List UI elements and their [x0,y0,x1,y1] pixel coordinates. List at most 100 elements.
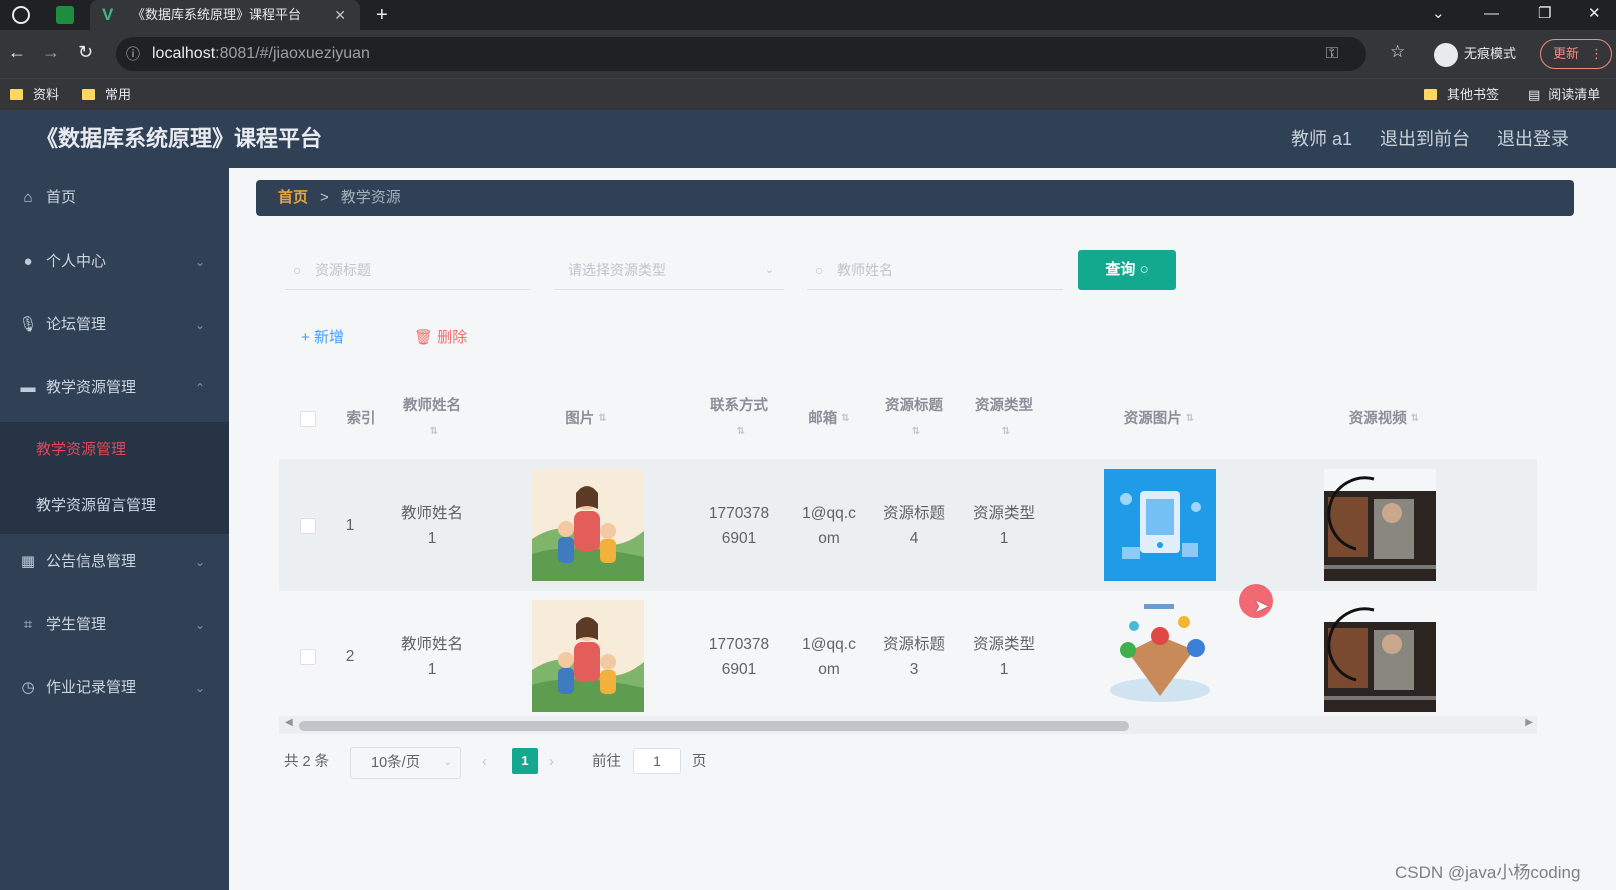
search-icon: ○ [1139,261,1149,278]
row-checkbox[interactable] [300,518,316,534]
mic-icon: 🎙 [18,316,38,333]
chevron-down-icon: ⌄ [443,757,452,768]
sort-icon[interactable]: ⇅ [1411,406,1419,432]
sort-icon[interactable]: ⇅ [1002,419,1010,445]
resource-image[interactable] [1104,600,1216,712]
scroll-left-icon[interactable]: ◀ [285,717,293,728]
reading-list[interactable]: ▤ 阅读清单 [1528,79,1600,111]
prev-page-icon[interactable]: ‹ [482,746,487,778]
page-unit-label: 页 [692,754,707,770]
browser-tab-active[interactable]: V 《数据库系统原理》课程平台 ✕ [90,0,360,30]
scroll-right-icon[interactable]: ▶ [1525,717,1533,728]
other-bookmarks[interactable]: 其他书签 [1424,79,1499,111]
breadcrumb-home[interactable]: 首页 [278,189,308,206]
cell-teacher-line2: 1 [427,660,437,678]
sidebar-item-home[interactable]: ⌂ 首页 [0,170,229,226]
chevron-down-icon: ⌄ [194,555,205,569]
new-tab-button[interactable]: + [376,0,388,30]
sidebar-item-personal[interactable]: ● 个人中心 ⌄ [0,234,229,290]
back-icon[interactable]: ← [8,42,26,63]
menu-dots-icon[interactable]: ⋮ [1590,40,1603,68]
sidebar-item-homework[interactable]: ◷ 作业记录管理 ⌄ [0,660,229,716]
sidebar-item-resources[interactable]: ▬ 教学资源管理 ⌃ [0,360,229,416]
sort-icon[interactable]: ⇅ [430,419,438,445]
col-email-label: 邮箱 [808,411,838,427]
sort-icon[interactable]: ⇅ [841,406,849,432]
sidebar-item-notices[interactable]: ▦ 公告信息管理 ⌄ [0,534,229,590]
bookmark-folder-1[interactable]: 常用 [82,79,131,111]
search-teacher-placeholder: 教师姓名 [837,262,893,278]
sort-icon[interactable]: ⇅ [1186,406,1194,432]
forward-icon[interactable]: → [42,42,60,63]
grid-icon: ▦ [20,553,36,570]
row-checkbox[interactable] [300,649,316,665]
reload-icon[interactable]: ↻ [78,42,93,63]
col-contact[interactable]: 联系方式 ⇅ [699,378,779,460]
page-number-current[interactable]: 1 [512,748,538,774]
sidebar-subitem-resource-comments[interactable]: 教学资源留言管理 [0,478,229,534]
globe-icon[interactable] [12,6,30,24]
cell-email: 1@qq.c om [784,591,874,722]
sidebar-subitem-label: 教学资源留言管理 [36,497,157,514]
bookmark-star-icon[interactable]: ☆ [1390,42,1405,62]
goto-page-input[interactable]: 1 [633,748,681,774]
col-res-image-label: 资源图片 [1123,411,1182,427]
resource-image[interactable] [1104,469,1216,581]
sidebar-item-label: 公告信息管理 [46,553,137,570]
add-button[interactable]: + 新增 [301,326,344,350]
minimize-icon[interactable]: — [1484,0,1499,28]
col-teacher-name[interactable]: 教师姓名 ⇅ [393,378,471,460]
logout-link[interactable]: 退出登录 [1497,110,1569,168]
col-res-title[interactable]: 资源标题 ⇅ [874,378,954,460]
sidebar-item-forum[interactable]: 🎙 论坛管理 ⌄ [0,297,229,353]
resource-type-select[interactable]: 请选择资源类型 ⌄ [554,250,784,290]
key-icon[interactable]: ⚿ [1326,37,1338,71]
tab-close-icon[interactable]: ✕ [334,0,346,30]
restore-icon[interactable]: ❐ [1538,0,1551,28]
page-size-select[interactable]: 10条/页 ⌄ [350,747,461,779]
select-all-checkbox[interactable] [300,411,316,427]
tab-search-icon[interactable]: ⌄ [1432,0,1445,28]
site-info-icon[interactable]: ⓘ [126,37,140,71]
bookmark-folder-0[interactable]: 资料 [10,79,59,111]
search-teacher-input[interactable]: ○ 教师姓名 [807,250,1063,290]
chevron-down-icon: ⌄ [194,255,205,269]
exit-to-front-link[interactable]: 退出到前台 [1380,110,1470,168]
url-path: :8081/#/jiaoxueziyuan [215,45,370,62]
search-title-input[interactable]: ○ 资源标题 [285,250,530,290]
teacher-photo-image[interactable] [532,469,644,581]
address-bar[interactable]: ⓘ localhost:8081/#/jiaoxueziyuan ⚿ [116,37,1366,71]
sort-icon[interactable]: ⇅ [598,406,606,432]
resource-video-thumbnail[interactable] [1324,600,1436,712]
col-email[interactable]: 邮箱 ⇅ [784,378,874,460]
table-row[interactable]: 2 教师姓名 1 1770378 6901 1@qq.c om 资源标题 3 资源类型 1 [279,591,1537,722]
sort-icon[interactable]: ⇅ [737,419,745,445]
col-photo[interactable]: 图片 ⇅ [491,378,681,460]
col-res-video[interactable]: 资源视频 ⇅ [1294,378,1474,460]
page-size-value: 10条/页 [371,755,421,771]
table-row[interactable]: 1 教师姓名 1 1770378 6901 1@qq.c om 资源标题 4 资源类型 1 [279,460,1537,591]
delete-button[interactable]: 🗑 删除 [414,326,467,350]
sidebar-item-students[interactable]: ⌗ 学生管理 ⌄ [0,597,229,653]
col-res-image[interactable]: 资源图片 ⇅ [1069,378,1249,460]
query-button[interactable]: 查询 ○ [1078,250,1176,290]
scrollbar-thumb[interactable] [299,721,1129,731]
cell-title-line2: 3 [909,660,919,678]
col-res-type[interactable]: 资源类型 ⇅ [964,378,1044,460]
close-window-icon[interactable]: ✕ [1588,0,1601,28]
next-page-icon[interactable]: › [549,746,554,778]
breadcrumb-separator: > [320,189,329,206]
resource-type-placeholder: 请选择资源类型 [568,262,666,278]
table-horizontal-scrollbar[interactable]: ◀ ▶ [279,716,1537,734]
teacher-photo-image[interactable] [532,600,644,712]
resource-video-thumbnail[interactable] [1324,469,1436,581]
cell-type-line2: 1 [999,660,1009,678]
url-host: localhost [152,45,216,62]
sort-icon[interactable]: ⇅ [912,419,920,445]
sheet-favicon-icon[interactable] [56,6,74,24]
chevron-down-icon: ⌄ [194,318,205,332]
incognito-indicator[interactable]: 无痕模式 [1434,39,1516,69]
cell-index: 2 [329,591,371,722]
update-button[interactable]: 更新 ⋮ [1540,39,1612,69]
sidebar-subitem-resource-manage[interactable]: 教学资源管理 [0,422,229,478]
